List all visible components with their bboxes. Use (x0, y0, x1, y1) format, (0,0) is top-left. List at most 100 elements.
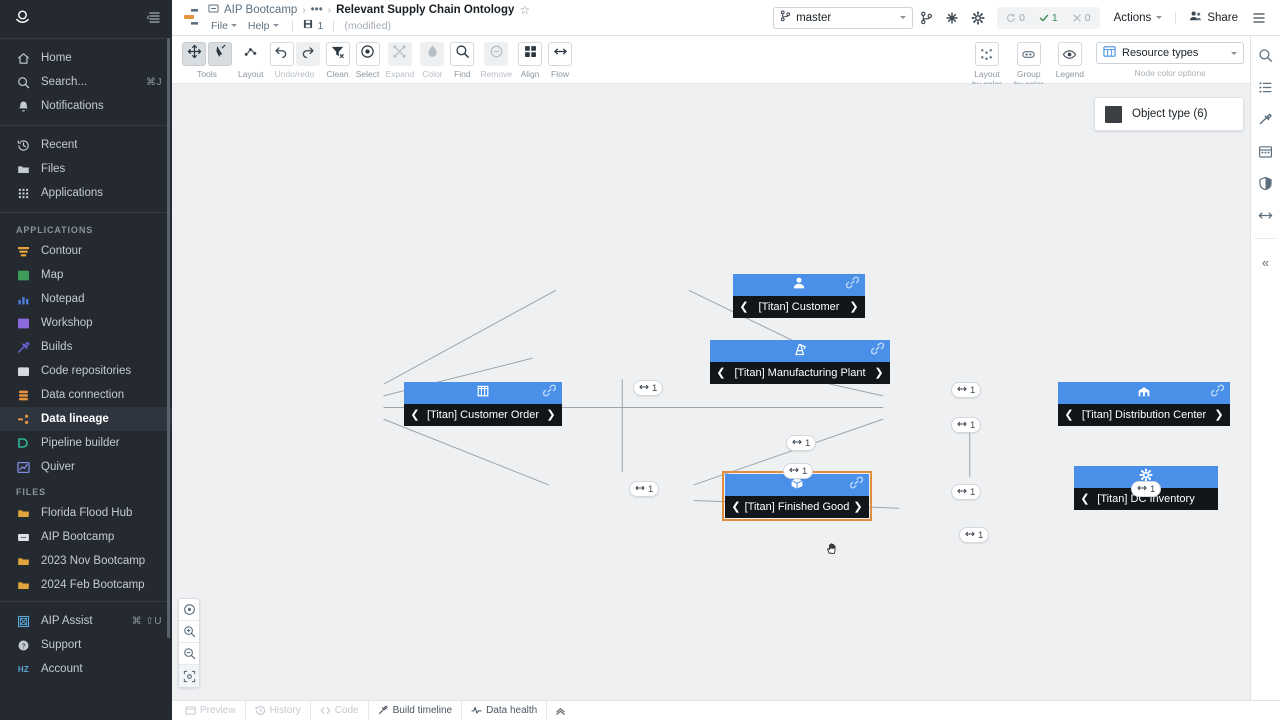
node-body[interactable]: ❮ [Titan] Manufacturing Plant ❯ (710, 362, 890, 384)
edge-badge-4[interactable]: 1 (786, 435, 817, 451)
sidebar-item-account[interactable]: HZ Account (0, 657, 172, 681)
redo-button[interactable] (295, 42, 320, 66)
file-menu-button[interactable]: File (208, 20, 240, 32)
shield-icon[interactable] (1257, 174, 1275, 192)
graph-node-customer-order[interactable]: ❮ [Titan] Customer Order ❯ (404, 382, 562, 426)
node-body[interactable]: ❮ [Titan] Customer Order ❯ (404, 404, 562, 426)
search-icon[interactable] (1257, 46, 1275, 64)
sidebar-item-notifications[interactable]: Notifications (0, 94, 172, 118)
branch-select[interactable]: master (773, 6, 914, 29)
star-icon[interactable]: ☆ (519, 3, 530, 17)
sidebar-item-quiver[interactable]: Quiver (0, 455, 172, 479)
expand-left-chevron[interactable]: ❮ (410, 409, 420, 421)
sidebar-item-home[interactable]: Home (0, 46, 172, 70)
link-icon[interactable] (870, 342, 885, 360)
sidebar-item-contour[interactable]: Contour (0, 239, 172, 263)
node-body[interactable]: ❮ [Titan] Distribution Center ❯ (1058, 404, 1230, 426)
recenter-button[interactable] (179, 599, 199, 621)
branch-icon[interactable] (913, 5, 939, 31)
graph-node-customer[interactable]: ❮ [Titan] Customer ❯ (733, 274, 865, 318)
graph-canvas[interactable]: ❮ [Titan] Customer ❯ ❮ [Titan] Manufacturing… (172, 84, 1280, 700)
checks-passed-status[interactable]: 1 (1032, 12, 1065, 24)
move-tool[interactable] (182, 42, 206, 66)
arrows-horizontal-icon[interactable] (1257, 206, 1275, 224)
expand-button[interactable] (387, 42, 412, 66)
sidebar-item-code-repositories[interactable]: Code repositories (0, 359, 172, 383)
node-header[interactable] (1058, 382, 1230, 404)
edge-badge-7[interactable]: 1 (951, 484, 982, 500)
remove-button[interactable] (484, 42, 509, 66)
edge-badge-1[interactable]: 1 (633, 380, 664, 396)
graph-node-manufacturing-plant[interactable]: ❮ [Titan] Manufacturing Plant ❯ (710, 340, 890, 384)
select-tool[interactable] (208, 42, 232, 66)
calendar-icon[interactable] (1257, 142, 1275, 160)
edge-badge-2[interactable]: 1 (951, 382, 982, 398)
node-color-select[interactable]: Resource types (1096, 42, 1244, 64)
sidebar-file-2023-nov-bootcamp[interactable]: 2023 Nov Bootcamp (0, 549, 172, 573)
bottom-tab-build-timeline[interactable]: Build timeline (369, 700, 463, 720)
align-button[interactable] (518, 42, 543, 66)
link-icon[interactable] (849, 476, 864, 494)
checks-failed-status[interactable]: 0 (1065, 12, 1098, 24)
expand-right-chevron[interactable]: ❯ (1214, 409, 1224, 421)
edge-badge-3[interactable]: 1 (951, 417, 982, 433)
edge-badge-5[interactable]: 1 (783, 463, 814, 479)
sidebar-item-pipeline-builder[interactable]: Pipeline builder (0, 431, 172, 455)
bottom-tab-history[interactable]: History (246, 700, 311, 720)
node-body[interactable]: ❮ [Titan] Customer ❯ (733, 296, 865, 318)
sidebar-collapse-icon[interactable] (146, 11, 160, 24)
chevron-up-icon[interactable] (547, 706, 574, 716)
sidebar-item-data-connection[interactable]: Data connection (0, 383, 172, 407)
flow-button[interactable] (548, 42, 573, 66)
sidebar-item-workshop[interactable]: Workshop (0, 311, 172, 335)
expand-left-chevron[interactable]: ❮ (1080, 493, 1090, 505)
sidebar-item-data-lineage[interactable]: Data lineage (0, 407, 172, 431)
breadcrumb-root[interactable]: AIP Bootcamp (224, 4, 297, 16)
sidebar-scrollbar[interactable] (167, 38, 170, 638)
edge-badge-9[interactable]: 1 (959, 527, 990, 543)
expand-right-chevron[interactable]: ❯ (853, 501, 863, 513)
node-header[interactable] (733, 274, 865, 296)
expand-left-chevron[interactable]: ❮ (1064, 409, 1074, 421)
expand-right-chevron[interactable]: ❯ (874, 367, 884, 379)
layout-by-color-button[interactable] (974, 42, 999, 66)
layout-button[interactable] (239, 42, 263, 66)
gear-icon[interactable] (965, 5, 991, 31)
expand-left-chevron[interactable]: ❮ (716, 367, 726, 379)
sidebar-item-aip-assist[interactable]: AIP Assist ⌘ ⇧U (0, 609, 172, 633)
edge-badge-8[interactable]: 1 (1131, 481, 1162, 497)
color-button[interactable] (420, 42, 445, 66)
sidebar-item-search[interactable]: Search... ⌘J (0, 70, 172, 94)
sidebar-item-map[interactable]: Map (0, 263, 172, 287)
bottom-tab-data-health[interactable]: Data health (462, 700, 548, 720)
node-body[interactable]: ❮ [Titan] Finished Good ❯ (725, 496, 869, 518)
zoom-out-button[interactable] (179, 643, 199, 665)
link-icon[interactable] (1210, 384, 1225, 402)
node-header[interactable] (710, 340, 890, 362)
merge-icon[interactable] (939, 5, 965, 31)
expand-right-chevron[interactable]: ❯ (849, 301, 859, 313)
sidebar-item-support[interactable]: ? Support (0, 633, 172, 657)
clean-button[interactable] (325, 42, 350, 66)
graph-node-finished-good[interactable]: ❮ [Titan] Finished Good ❯ (722, 471, 872, 521)
sidebar-item-notepad[interactable]: Notepad (0, 287, 172, 311)
refresh-status[interactable]: 0 (999, 12, 1032, 24)
undo-button[interactable] (269, 42, 294, 66)
collapse-panel-icon[interactable]: « (1257, 253, 1275, 271)
list-icon[interactable] (1257, 78, 1275, 96)
help-menu-button[interactable]: Help (245, 20, 282, 32)
link-icon[interactable] (845, 276, 860, 294)
expand-left-chevron[interactable]: ❮ (731, 501, 741, 513)
sidebar-item-recent[interactable]: Recent (0, 133, 172, 157)
edge-badge-6[interactable]: 1 (629, 481, 660, 497)
builds-icon[interactable] (1257, 110, 1275, 128)
sidebar-file-florida-flood-hub[interactable]: Florida Flood Hub (0, 501, 172, 525)
bottom-tab-code[interactable]: Code (311, 700, 369, 720)
sidebar-item-files[interactable]: Files (0, 157, 172, 181)
node-header[interactable] (404, 382, 562, 404)
share-button[interactable]: Share (1181, 10, 1246, 25)
select-button[interactable] (355, 42, 380, 66)
sidebar-file-aip-bootcamp[interactable]: AIP Bootcamp (0, 525, 172, 549)
actions-button[interactable]: Actions (1106, 12, 1171, 24)
legend-card[interactable]: Object type (6) (1094, 97, 1244, 131)
